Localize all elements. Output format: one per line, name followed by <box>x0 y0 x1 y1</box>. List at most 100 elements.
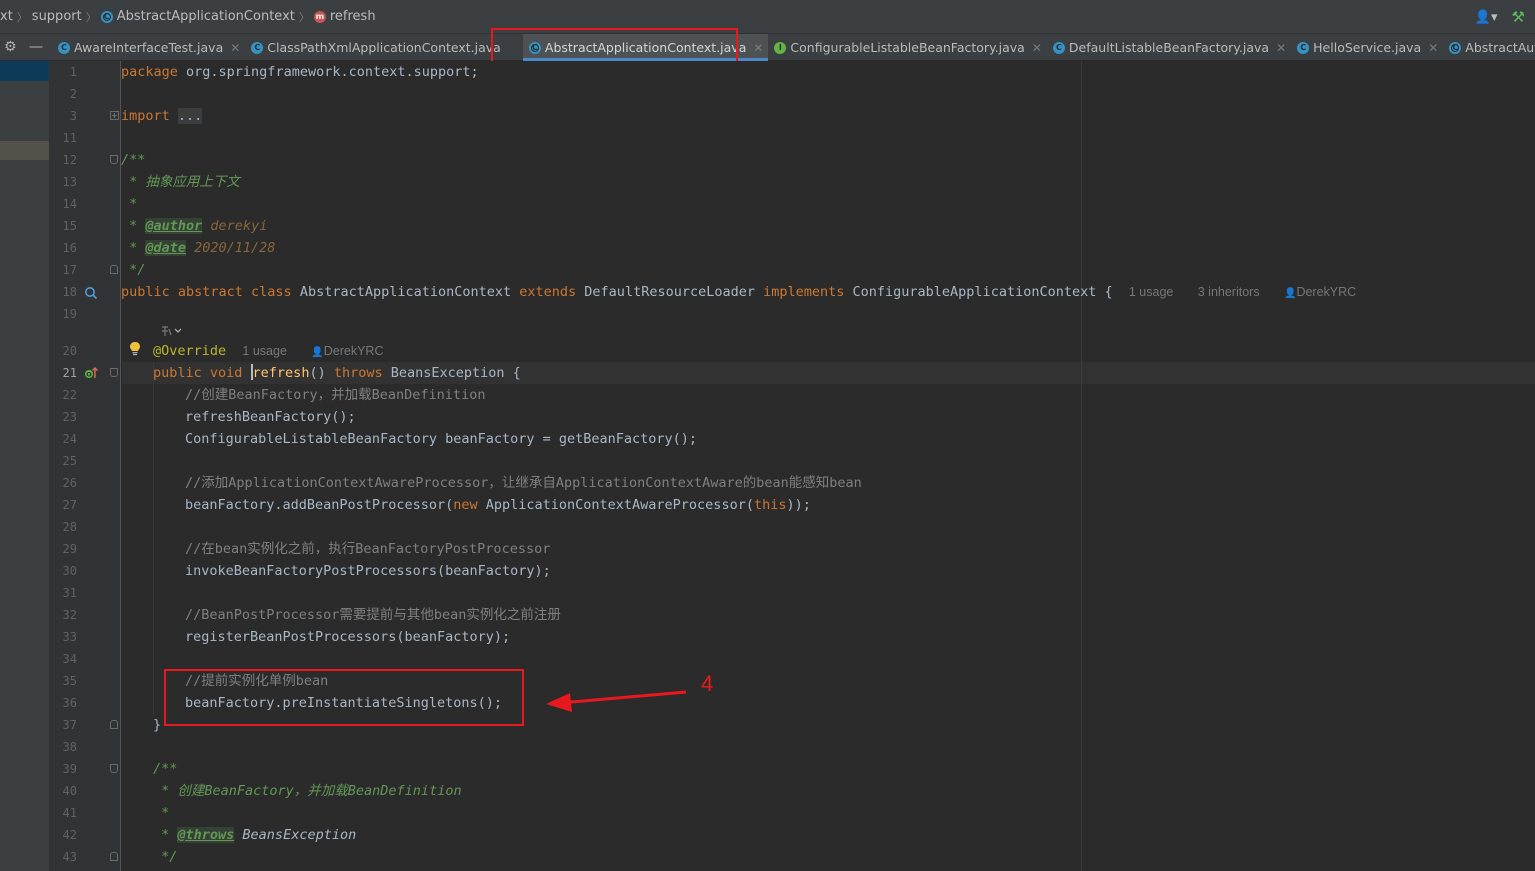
tab-aware-interface-test[interactable]: C AwareInterfaceTest.java ✕ <box>52 34 245 61</box>
usage-hint[interactable]: 1 usage <box>1129 285 1173 299</box>
lightbulb-icon[interactable] <box>129 341 141 356</box>
fold-collapse-icon[interactable] <box>110 155 118 164</box>
line-number: 31 <box>62 586 77 600</box>
annotation-arrow-icon <box>546 690 687 712</box>
doc-tag: @date <box>145 240 187 256</box>
tab-classpath-xml-application-context[interactable]: C ClassPathXmlApplicationContext.java ✕ <box>245 34 523 61</box>
selected-row-indicator <box>0 61 49 81</box>
code-comment: //BeanPostProcessor需要提前与其他bean实例化之前注册 <box>185 607 561 623</box>
doc-value: derekyi <box>202 218 268 234</box>
line-number: 27 <box>62 498 77 512</box>
author-hint[interactable]: DerekYRC <box>1296 285 1356 299</box>
tab-label: ClassPathXmlApplicationContext.java <box>267 40 501 55</box>
line-number: 30 <box>62 564 77 578</box>
close-icon[interactable]: ✕ <box>1428 41 1438 55</box>
code-editor[interactable]: 1 2 3 11 12 13 14 15 16 17 18 19 20 21 2… <box>49 61 1535 871</box>
code-comment: //创建BeanFactory，并加载BeanDefinition <box>185 387 486 403</box>
code-doc-comment: * <box>121 196 138 212</box>
code-doc-comment: * 创建BeanFactory，并加载BeanDefinition <box>153 783 462 799</box>
breadcrumb-item-context[interactable]: xt <box>0 9 13 24</box>
chevron-right-icon: 〉 <box>298 10 310 24</box>
breadcrumb-item-support[interactable]: support <box>32 9 82 24</box>
minimize-icon[interactable]: — <box>29 39 43 55</box>
close-icon[interactable]: ✕ <box>1276 41 1286 55</box>
line-number: 22 <box>62 388 77 402</box>
breadcrumb: xt 〉 support 〉 C AbstractApplicationCont… <box>0 9 376 25</box>
author-hint[interactable]: DerekYRC <box>324 344 384 358</box>
code-doc-comment: * @date 2020/11/28 <box>121 237 275 259</box>
code-text: () <box>309 365 334 381</box>
line-number: 26 <box>62 476 77 490</box>
code-line-override: @Override 1 usage 👤DerekYRC <box>153 340 384 362</box>
right-margin-guide <box>1081 61 1082 871</box>
code-keyword: package <box>121 64 178 80</box>
highlight-box-preinstantiate <box>164 669 524 726</box>
implementations-icon[interactable] <box>84 286 98 300</box>
line-number: 20 <box>62 344 77 358</box>
fold-end-icon[interactable] <box>110 265 118 274</box>
code-comment: //添加ApplicationContextAwareProcessor，让继承… <box>185 475 862 491</box>
line-number: 3 <box>69 109 77 123</box>
code-interface: ConfigurableApplicationContext { <box>844 284 1113 300</box>
code-text: beanFactory.addBeanPostProcessor( <box>185 497 454 513</box>
user-menu-icon[interactable]: 👤▾ <box>1475 10 1498 25</box>
line-number: 34 <box>62 652 77 666</box>
line-number: 11 <box>62 131 77 145</box>
line-number: 36 <box>62 696 77 710</box>
inheritors-hint[interactable]: 3 inheritors <box>1198 285 1260 299</box>
line-number: 13 <box>62 175 77 189</box>
class-icon: C <box>1052 41 1065 54</box>
code-superclass: DefaultResourceLoader <box>576 284 764 300</box>
line-number: 14 <box>62 197 77 211</box>
code-comment: //在bean实例化之前，执行BeanFactoryPostProcessor <box>185 541 551 557</box>
build-hammer-icon[interactable]: ⚒ <box>1512 8 1525 26</box>
abstract-class-icon: C <box>1449 41 1462 54</box>
tab-label: ConfigurableListableBeanFactory.java <box>790 40 1025 55</box>
code-keyword: this <box>753 497 787 513</box>
tab-label: DefaultListableBeanFactory.java <box>1068 40 1270 55</box>
usage-hint[interactable]: 1 usage <box>242 344 286 358</box>
close-icon[interactable]: ✕ <box>230 41 240 55</box>
code-method-name: refresh <box>252 365 310 381</box>
tab-hello-service[interactable]: C HelloService.java ✕ <box>1291 34 1443 61</box>
fold-end-icon[interactable] <box>110 720 118 729</box>
breadcrumb-label: xt <box>0 9 13 24</box>
code-text: org.springframework.context.support; <box>177 64 479 80</box>
line-number: 43 <box>62 850 77 864</box>
tab-configurable-listable-bean-factory[interactable]: I ConfigurableListableBeanFactory.java ✕ <box>768 34 1047 61</box>
gear-icon[interactable]: ⚙ <box>4 39 17 55</box>
line-number: 24 <box>62 432 77 446</box>
fold-collapse-icon[interactable] <box>110 764 118 773</box>
override-method-icon[interactable]: O <box>84 366 98 380</box>
line-number: 16 <box>62 241 77 255</box>
code-keyword: import <box>121 108 170 124</box>
abstract-class-icon: C <box>100 10 113 23</box>
fold-collapse-icon[interactable] <box>110 368 118 377</box>
close-icon[interactable]: ✕ <box>753 41 763 55</box>
panel-row-highlight <box>0 141 49 160</box>
breadcrumb-item-class[interactable]: C AbstractApplicationContext <box>100 9 295 24</box>
tab-default-listable-bean-factory[interactable]: C DefaultListableBeanFactory.java ✕ <box>1047 34 1291 61</box>
code-keyword: implements <box>763 284 845 300</box>
line-number: 23 <box>62 410 77 424</box>
inlay-settings-icon[interactable] <box>160 324 182 338</box>
breadcrumb-item-method[interactable]: m refresh <box>313 9 376 24</box>
line-number: 15 <box>62 219 77 233</box>
line-number: 35 <box>62 674 77 688</box>
tab-abstract-autowire-capable[interactable]: C AbstractAutowireCap <box>1443 34 1535 61</box>
fold-end-icon[interactable] <box>110 852 118 861</box>
code-doc-comment: * <box>153 805 170 821</box>
author-icon: 👤 <box>311 347 324 358</box>
folded-imports[interactable]: ... <box>177 108 203 124</box>
svg-text:O: O <box>86 371 92 379</box>
line-number: 33 <box>62 630 77 644</box>
breadcrumb-label: refresh <box>329 9 376 24</box>
breadcrumb-label: AbstractApplicationContext <box>116 9 295 24</box>
doc-tag: @author <box>145 218 203 234</box>
chevron-right-icon: 〉 <box>85 10 97 24</box>
line-number: 28 <box>62 520 77 534</box>
close-icon[interactable]: ✕ <box>1032 41 1042 55</box>
line-number: 2 <box>69 87 77 101</box>
code-statement: refreshBeanFactory(); <box>185 409 356 425</box>
fold-expand-icon[interactable]: + <box>110 111 119 120</box>
